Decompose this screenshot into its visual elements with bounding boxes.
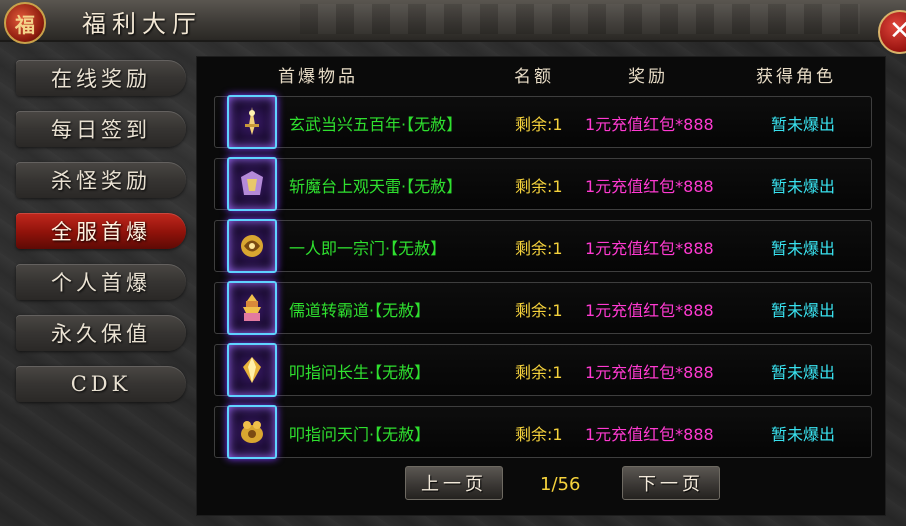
item-name: 玄武当兴五百年·【无赦】 (289, 115, 463, 134)
item-name: 叩指问长生·【无赦】 (289, 363, 431, 382)
item-quota: 剩余:1 (515, 425, 563, 444)
sidebar-item-cdk[interactable]: CDK (16, 366, 186, 402)
table-row: 斩魔台上观天雷·【无赦】 剩余:1 1元充值红包*888 暂未爆出 (214, 157, 872, 211)
logo-glyph: 福 (15, 12, 35, 37)
armor-icon[interactable] (227, 157, 277, 211)
item-winner: 暂未爆出 (771, 115, 836, 134)
item-name: 儒道转霸道·【无赦】 (289, 301, 431, 320)
item-winner: 暂未爆出 (771, 363, 836, 382)
item-reward: 1元充值红包*888 (585, 363, 714, 382)
page-indicator: 1/56 (540, 474, 581, 495)
item-name: 斩魔台上观天雷·【无赦】 (289, 177, 463, 196)
item-quota: 剩余:1 (515, 301, 563, 320)
sidebar: 在线奖励 每日签到 杀怪奖励 全服首爆 个人首爆 永久保值 CDK (10, 58, 190, 478)
header-quota: 名额 (514, 67, 554, 87)
next-page-button[interactable]: 下一页 (622, 466, 720, 500)
item-winner: 暂未爆出 (771, 425, 836, 444)
item-quota: 剩余:1 (515, 177, 563, 196)
header-winner: 获得角色 (756, 67, 836, 87)
pagoda-icon[interactable] (227, 281, 277, 335)
sidebar-item-personal-first-drop[interactable]: 个人首爆 (16, 264, 186, 300)
table-row: 一人即一宗门·【无赦】 剩余:1 1元充值红包*888 暂未爆出 (214, 219, 872, 273)
table-row: 玄武当兴五百年·【无赦】 剩余:1 1元充值红包*888 暂未爆出 (214, 95, 872, 149)
sidebar-item-daily-signin[interactable]: 每日签到 (16, 111, 186, 147)
sidebar-item-kill-reward[interactable]: 杀怪奖励 (16, 162, 186, 198)
header-item: 首爆物品 (278, 67, 358, 87)
item-quota: 剩余:1 (515, 239, 563, 258)
first-drop-panel: 首爆物品 名额 奖励 获得角色 玄武当兴五百年·【无赦】 剩余:1 1元充值红包… (196, 56, 886, 516)
sidebar-item-online-reward[interactable]: 在线奖励 (16, 60, 186, 96)
sword-icon[interactable] (227, 95, 277, 149)
item-name: 叩指问天门·【无赦】 (289, 425, 431, 444)
game-logo-icon: 福 (4, 2, 46, 44)
gem-icon[interactable] (227, 343, 277, 397)
item-quota: 剩余:1 (515, 363, 563, 382)
item-reward: 1元充值红包*888 (585, 239, 714, 258)
beast-icon[interactable] (227, 405, 277, 459)
sidebar-item-server-first-drop[interactable]: 全服首爆 (16, 213, 186, 249)
item-reward: 1元充值红包*888 (585, 115, 714, 134)
item-winner: 暂未爆出 (771, 301, 836, 320)
close-icon: ✕ (889, 16, 906, 46)
sidebar-item-permanent-value[interactable]: 永久保值 (16, 315, 186, 351)
item-reward: 1元充值红包*888 (585, 177, 714, 196)
header-reward: 奖励 (628, 67, 668, 87)
item-quota: 剩余:1 (515, 115, 563, 134)
prev-page-button[interactable]: 上一页 (405, 466, 503, 500)
table-row: 叩指问长生·【无赦】 剩余:1 1元充值红包*888 暂未爆出 (214, 343, 872, 397)
table-row: 叩指问天门·【无赦】 剩余:1 1元充值红包*888 暂未爆出 (214, 405, 872, 459)
item-name: 一人即一宗门·【无赦】 (289, 239, 447, 258)
item-winner: 暂未爆出 (771, 177, 836, 196)
item-reward: 1元充值红包*888 (585, 425, 714, 444)
dragon-icon[interactable] (227, 219, 277, 273)
item-reward: 1元充值红包*888 (585, 301, 714, 320)
window-title: 福利大厅 (82, 10, 202, 38)
table-row: 儒道转霸道·【无赦】 剩余:1 1元充值红包*888 暂未爆出 (214, 281, 872, 335)
item-winner: 暂未爆出 (771, 239, 836, 258)
